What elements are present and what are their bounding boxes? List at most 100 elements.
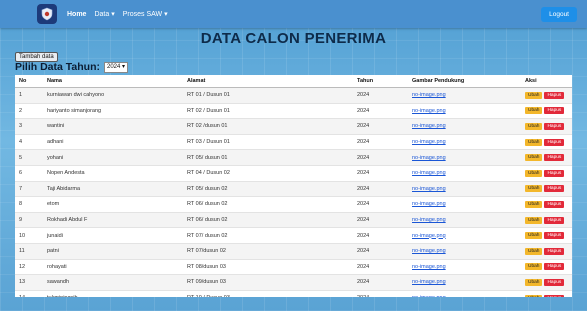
delete-button[interactable]: Hapus <box>544 278 565 286</box>
data-table: No Nama Alamat Tahun Gambar Pendukung Ak… <box>15 75 572 297</box>
edit-button[interactable]: Ubah <box>525 138 543 146</box>
delete-button[interactable]: Hapus <box>544 138 565 146</box>
edit-button[interactable]: Ubah <box>525 200 543 208</box>
image-link[interactable]: no-image.png <box>412 295 446 297</box>
image-link[interactable]: no-image.png <box>412 279 446 285</box>
cell-aksi: UbahHapus <box>521 133 572 150</box>
year-label: Pilih Data Tahun: <box>15 61 100 73</box>
app-logo[interactable] <box>37 4 57 24</box>
delete-button[interactable]: Hapus <box>544 294 565 297</box>
image-link[interactable]: no-image.png <box>412 201 446 207</box>
cell-no: 7 <box>15 180 43 197</box>
cell-gambar: no-image.png <box>408 164 521 182</box>
table-row: 7 Taji Abidarma RT 05/ dusun 02 2024 no-imag… <box>15 180 572 197</box>
chevron-down-icon: ▾ <box>122 63 126 70</box>
image-link[interactable]: no-image.png <box>412 233 446 239</box>
image-link[interactable]: no-image.png <box>412 92 446 98</box>
delete-button[interactable]: Hapus <box>544 263 565 271</box>
edit-button[interactable]: Ubah <box>525 278 543 286</box>
cell-no: 10 <box>15 227 43 244</box>
delete-button[interactable]: Hapus <box>544 154 565 162</box>
cell-no: 14 <box>15 289 43 297</box>
cell-aksi: UbahHapus <box>521 196 572 213</box>
image-link[interactable]: no-image.png <box>412 170 446 176</box>
year-select[interactable]: 2024 ▾ <box>103 61 129 73</box>
edit-button[interactable]: Ubah <box>525 185 543 193</box>
edit-button[interactable]: Ubah <box>525 122 543 130</box>
cell-alamat: RT 06/ dusun 02 <box>183 211 353 228</box>
image-link[interactable]: no-image.png <box>412 217 446 223</box>
edit-button[interactable]: Ubah <box>525 263 543 271</box>
cell-aksi: UbahHapus <box>521 102 572 119</box>
delete-button[interactable]: Hapus <box>544 247 565 255</box>
delete-button[interactable]: Hapus <box>544 185 565 193</box>
cell-nama: etom <box>43 196 183 213</box>
image-link[interactable]: no-image.png <box>412 123 446 129</box>
cell-tahun: 2024 <box>353 274 408 291</box>
chevron-down-icon: ▾ <box>164 11 168 18</box>
image-link[interactable]: no-image.png <box>412 139 446 145</box>
nav-proses-dropdown[interactable]: Proses SAW ▾ <box>123 10 168 18</box>
edit-button[interactable]: Ubah <box>525 232 543 240</box>
cell-tahun: 2024 <box>353 118 408 135</box>
chevron-down-icon: ▾ <box>111 11 115 18</box>
nav-data-dropdown[interactable]: Data ▾ <box>94 10 114 18</box>
cell-gambar: no-image.png <box>408 242 521 260</box>
cell-no: 11 <box>15 242 43 260</box>
cell-tahun: 2024 <box>353 211 408 228</box>
image-link[interactable]: no-image.png <box>412 108 446 114</box>
cell-aksi: UbahHapus <box>521 149 572 166</box>
table-body: 1 kurniawan dwi cahyono RT 01 / Dusun 01 20… <box>15 87 572 297</box>
image-link[interactable]: no-image.png <box>412 155 446 161</box>
delete-button[interactable]: Hapus <box>544 91 565 99</box>
cell-aksi: UbahHapus <box>521 274 572 291</box>
image-link[interactable]: no-image.png <box>412 248 446 254</box>
cell-alamat: RT 05/ dusun 02 <box>183 180 353 197</box>
cell-gambar: no-image.png <box>408 102 521 119</box>
nav-home[interactable]: Home <box>67 11 86 18</box>
cell-alamat: RT 03 / Dusun 01 <box>183 133 353 150</box>
year-filter: Pilih Data Tahun: 2024 ▾ <box>15 61 129 73</box>
cell-tahun: 2024 <box>353 196 408 213</box>
header-nama: Nama <box>43 75 183 88</box>
table-row: 4 adhani RT 03 / Dusun 01 2024 no-image.png U… <box>15 133 572 150</box>
edit-button[interactable]: Ubah <box>525 247 543 255</box>
edit-button[interactable]: Ubah <box>525 216 543 224</box>
delete-button[interactable]: Hapus <box>544 232 565 240</box>
cell-nama: Taji Abidarma <box>43 180 183 197</box>
delete-button[interactable]: Hapus <box>544 200 565 208</box>
cell-nama: yohani <box>43 149 183 166</box>
cell-aksi: UbahHapus <box>521 211 572 228</box>
cell-alamat: RT 06/ dusun 02 <box>183 196 353 213</box>
table-row: 12 rohayati RT 08/dusun 03 2024 no-image.png… <box>15 258 572 275</box>
cell-aksi: UbahHapus <box>521 289 572 297</box>
cell-gambar: no-image.png <box>408 274 521 291</box>
cell-alamat: RT 07/dusun 02 <box>183 242 353 260</box>
cell-nama: kurniawan dwi cahyono <box>43 87 183 104</box>
edit-button[interactable]: Ubah <box>525 154 543 162</box>
cell-alamat: RT 04 / Dusun 02 <box>183 164 353 182</box>
edit-button[interactable]: Ubah <box>525 169 543 177</box>
edit-button[interactable]: Ubah <box>525 107 543 115</box>
edit-button[interactable]: Ubah <box>525 294 543 297</box>
table-row: 14tukminingsihRT 10 / Dusun 032024 no-ima… <box>15 289 572 297</box>
header-no: No <box>15 75 43 88</box>
cell-aksi: UbahHapus <box>521 227 572 244</box>
cell-gambar: no-image.png <box>408 211 521 228</box>
cell-tahun: 2024 <box>353 87 408 104</box>
image-link[interactable]: no-image.png <box>412 264 446 270</box>
cell-tahun: 2024 <box>353 289 408 297</box>
image-link[interactable]: no-image.png <box>412 186 446 192</box>
cell-gambar: no-image.png <box>408 118 521 135</box>
delete-button[interactable]: Hapus <box>544 107 565 115</box>
edit-button[interactable]: Ubah <box>525 91 543 99</box>
cell-aksi: UbahHapus <box>521 258 572 275</box>
delete-button[interactable]: Hapus <box>544 122 565 130</box>
cell-aksi: UbahHapus <box>521 242 572 260</box>
table-row: 11 patni RT 07/dusun 02 2024 no-image.png Uba… <box>15 242 572 260</box>
cell-no: 4 <box>15 133 43 150</box>
delete-button[interactable]: Hapus <box>544 216 565 224</box>
delete-button[interactable]: Hapus <box>544 169 565 177</box>
cell-tahun: 2024 <box>353 133 408 150</box>
logout-button[interactable]: Logout <box>541 6 577 22</box>
